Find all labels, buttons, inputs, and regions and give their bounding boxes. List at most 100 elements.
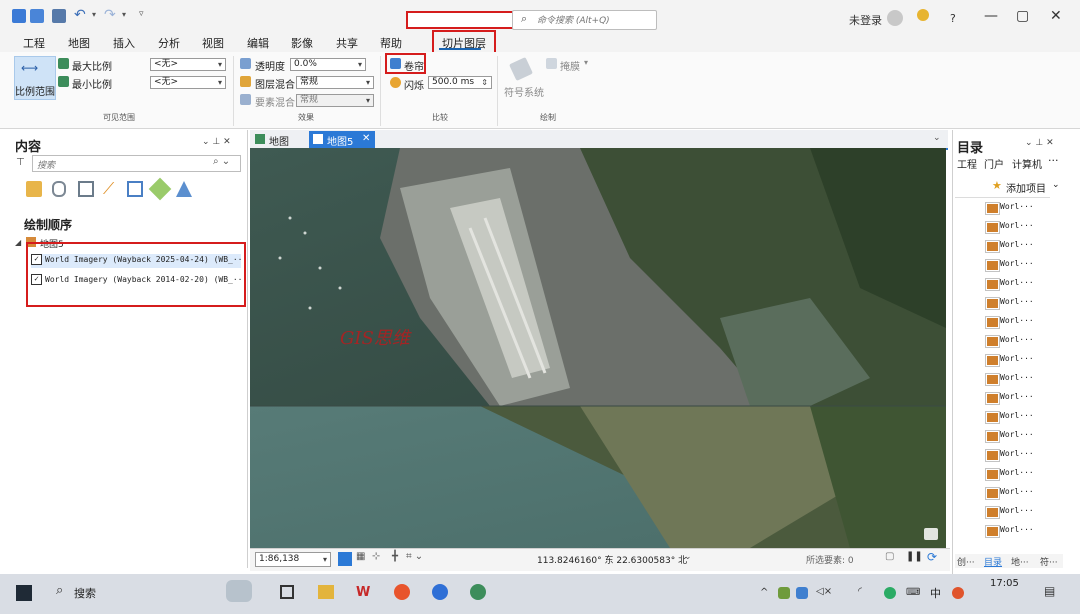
task-view-icon[interactable] — [280, 585, 294, 599]
tab-insert[interactable]: 插入 — [113, 35, 135, 51]
spinner-icon[interactable]: ⇕ — [481, 77, 488, 88]
mask-dropdown-icon[interactable]: ▾ — [584, 58, 588, 67]
bottom-tab-create[interactable]: 创··· — [957, 555, 975, 568]
volume-icon[interactable]: ◁× — [816, 586, 832, 597]
snapping-icon[interactable]: ⌗ ⌄ — [406, 551, 423, 562]
list-by-source-icon[interactable] — [52, 181, 66, 197]
tab-help[interactable]: 帮助 — [380, 35, 402, 51]
scale-dropdown[interactable]: 1:86,138 ▾ — [255, 552, 331, 567]
catalog-item[interactable]: Worl··· — [1000, 259, 1034, 268]
app-icon[interactable] — [432, 584, 448, 600]
flicker-rate-input[interactable]: 500.0 ms ⇕ — [428, 76, 492, 89]
collapse-icon[interactable]: ◢ — [15, 238, 21, 247]
wps-icon[interactable]: W — [356, 585, 370, 600]
notification-center-icon[interactable]: ▤ — [1044, 584, 1055, 598]
refresh-icon[interactable]: ⟳ — [927, 550, 937, 564]
search-icon[interactable]: ⌕ — [56, 583, 63, 598]
catalog-item[interactable]: Worl··· — [1000, 525, 1034, 534]
tab-overflow-icon[interactable]: ⌄ — [933, 133, 941, 143]
tab-map5[interactable]: 地图5 ✕ — [309, 131, 375, 148]
tab-project[interactable]: 工程 — [23, 35, 45, 51]
catalog-item[interactable]: Worl··· — [1000, 240, 1034, 249]
open-project-icon[interactable] — [30, 9, 44, 23]
catalog-tab-computer[interactable]: 计算机 — [1012, 156, 1048, 171]
tray-app-icon[interactable] — [796, 587, 808, 599]
catalog-tab-project[interactable]: 工程 — [957, 156, 977, 171]
new-project-icon[interactable] — [12, 9, 26, 23]
catalog-item[interactable]: Worl··· — [1000, 202, 1034, 211]
catalog-item[interactable]: Worl··· — [1000, 411, 1034, 420]
avatar-icon[interactable] — [887, 10, 903, 26]
catalog-item[interactable]: Worl··· — [1000, 278, 1034, 287]
close-button[interactable]: ✕ — [1050, 8, 1062, 24]
catalog-item[interactable]: Worl··· — [1000, 430, 1034, 439]
taskbar-search-label[interactable]: 搜索 — [74, 585, 96, 601]
catalog-item[interactable]: Worl··· — [1000, 297, 1034, 306]
transparency-input[interactable]: 0.0% ▾ — [290, 58, 366, 71]
tab-map[interactable]: 地图 — [68, 35, 90, 51]
tab-edit[interactable]: 编辑 — [247, 35, 269, 51]
max-scale-dropdown[interactable]: <无> ▾ — [150, 58, 226, 71]
bottom-tab-symbol[interactable]: 符··· — [1040, 555, 1058, 568]
undo-icon[interactable]: ↶ — [74, 7, 86, 23]
grid-icon[interactable]: ▦ — [356, 551, 365, 562]
table-icon[interactable]: ▢ — [885, 551, 894, 562]
tab-view[interactable]: 视图 — [202, 35, 224, 51]
contents-search-input[interactable]: 搜索 ⌕ ⌄ — [32, 155, 241, 172]
tray-app-icon[interactable] — [778, 587, 790, 599]
list-by-snapping-icon[interactable] — [127, 181, 143, 197]
filter-icon[interactable]: ⊤ — [16, 157, 25, 168]
restore-button[interactable]: ▢ — [1016, 8, 1029, 24]
ime-indicator[interactable]: 中 — [930, 585, 941, 601]
arcgis-pro-icon[interactable] — [470, 584, 486, 600]
start-icon[interactable] — [16, 585, 32, 601]
fixed-scale-icon[interactable] — [338, 552, 352, 566]
more-options-icon[interactable]: ··· — [1048, 154, 1059, 167]
catalog-item[interactable]: Worl··· — [1000, 335, 1034, 344]
navigation-icon[interactable]: ⊹ — [372, 551, 380, 562]
tray-expand-icon[interactable]: ^ — [760, 587, 768, 598]
pane-options-icon[interactable]: ⌄ ⊥ ✕ — [1025, 138, 1054, 148]
list-by-editing-icon[interactable]: ⟋ — [103, 179, 114, 199]
minimize-button[interactable]: — — [984, 8, 998, 24]
catalog-item[interactable]: Worl··· — [1000, 468, 1034, 477]
tab-map[interactable]: 地图 — [251, 131, 303, 148]
tab-imagery[interactable]: 影像 — [291, 35, 313, 51]
crosshair-icon[interactable]: ╋ — [392, 551, 398, 562]
scale-range-button[interactable]: ⟷ 比例范围 — [14, 56, 56, 100]
catalog-item[interactable]: Worl··· — [1000, 316, 1034, 325]
command-search-input[interactable]: ⌕ 命令搜索 (Alt+Q) — [512, 10, 657, 30]
catalog-item[interactable]: Worl··· — [1000, 487, 1034, 496]
chevron-down-icon[interactable]: ⌄ — [1052, 180, 1060, 190]
tray-app-icon[interactable] — [952, 587, 964, 599]
bottom-tab-catalog[interactable]: 目录 — [984, 555, 1002, 568]
close-tab-icon[interactable]: ✕ — [362, 133, 370, 144]
mask-button[interactable]: 掩膜 — [560, 58, 580, 73]
wechat-icon[interactable] — [884, 587, 896, 599]
attribution-icon[interactable] — [924, 528, 938, 540]
pane-options-icon[interactable]: ⌄ ⊥ ✕ — [202, 137, 231, 147]
customize-qat-icon[interactable]: ▿ — [139, 9, 144, 19]
swipe-button[interactable]: 卷帘 — [404, 58, 424, 73]
tab-share[interactable]: 共享 — [336, 35, 358, 51]
feature-blend-dropdown[interactable]: 常规 ▾ — [296, 94, 374, 107]
file-explorer-icon[interactable] — [318, 585, 334, 599]
add-item-button[interactable]: 添加项目 — [1006, 180, 1046, 195]
catalog-item[interactable]: Worl··· — [1000, 506, 1034, 515]
clock-time[interactable]: 17:05 — [990, 578, 1019, 589]
flicker-label[interactable]: 闪烁 — [404, 77, 424, 92]
map-view[interactable]: GIS思维 — [250, 148, 946, 548]
notification-icon[interactable] — [917, 9, 929, 21]
browser-icon[interactable] — [394, 584, 410, 600]
coordinate-format-icon[interactable]: ⌄ — [684, 552, 692, 562]
symbology-button[interactable]: 符号系统 — [504, 84, 544, 99]
list-by-drawing-order-icon[interactable] — [26, 181, 42, 197]
undo-dropdown-icon[interactable]: ▾ — [92, 10, 96, 19]
save-icon[interactable] — [52, 9, 66, 23]
layer-blend-dropdown[interactable]: 常规 ▾ — [296, 76, 374, 89]
pause-drawing-icon[interactable]: ❚❚ — [906, 551, 923, 562]
tab-analysis[interactable]: 分析 — [158, 35, 180, 51]
list-by-selection-icon[interactable] — [78, 181, 94, 197]
redo-icon[interactable]: ↷ — [104, 7, 116, 23]
network-icon[interactable]: ◜ — [858, 586, 862, 597]
